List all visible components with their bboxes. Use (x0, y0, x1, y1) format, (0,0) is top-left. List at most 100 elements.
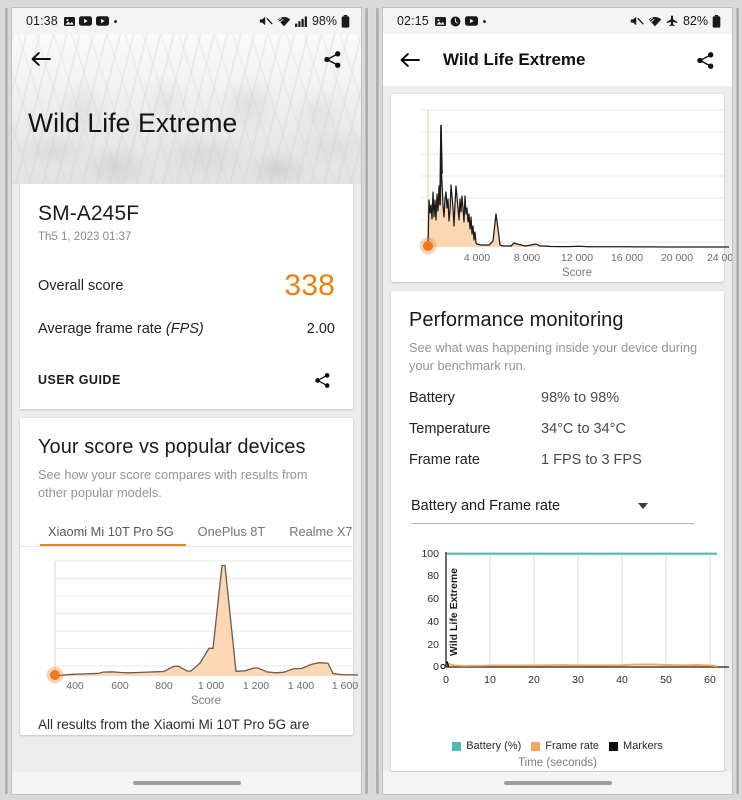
svg-text:600: 600 (111, 680, 129, 692)
youtube-icon (78, 16, 92, 26)
performance-monitoring-card: Performance monitoring See what was happ… (391, 291, 729, 772)
chart-gridlines (55, 560, 358, 667)
status-time: 01:38 (26, 14, 58, 28)
compare-subtitle: See how your score compares with results… (38, 467, 308, 501)
home-gesture-pill[interactable] (132, 781, 241, 785)
right-phone: 02:15 82% Wild Life Extreme 4 000 8 000 … (371, 0, 742, 800)
left-scroll-area[interactable]: Wild Life Extreme SM-A245F Th5 1, 2023 0… (12, 34, 361, 794)
metric-select[interactable]: Battery and Frame rate (411, 498, 694, 525)
user-guide-link[interactable]: USER GUIDE (38, 373, 121, 387)
legend-label: Battery (%) (466, 740, 522, 753)
compare-card: Your score vs popular devices See how yo… (20, 418, 358, 735)
svg-text:1 200: 1 200 (243, 680, 269, 692)
chevron-down-icon[interactable] (638, 503, 648, 510)
svg-text:10: 10 (484, 674, 496, 686)
status-system-icons: 82% (630, 14, 721, 28)
perf-value: 34°C to 34°C (541, 421, 626, 438)
legend-label: Markers (623, 740, 663, 753)
legend-swatch-frame-rate (531, 741, 541, 751)
svg-text:1 000: 1 000 (198, 680, 224, 692)
share-icon[interactable] (309, 367, 335, 393)
chart-y-tick-labels: 0 20 40 60 80 100 (421, 548, 439, 673)
svg-text:400: 400 (66, 680, 84, 692)
tab-xiaomi-mi-10t-pro-5g[interactable]: Xiaomi Mi 10T Pro 5G (40, 524, 186, 547)
user-guide-row[interactable]: USER GUIDE (38, 367, 335, 393)
your-score-marker (423, 241, 433, 251)
svg-text:60: 60 (704, 674, 716, 686)
device-tabs[interactable]: Xiaomi Mi 10T Pro 5G OnePlus 8T Realme X… (38, 524, 353, 547)
tab-realme-x7[interactable]: Realme X7 (277, 524, 361, 546)
svg-text:20 000: 20 000 (661, 252, 693, 264)
share-icon[interactable] (319, 46, 345, 72)
left-phone-screen: 01:38 98% Wild Life Extreme SM-A245F Th5… (12, 8, 361, 794)
left-navigation-bar (12, 772, 361, 794)
right-phone-bezel-right (736, 8, 740, 794)
svg-text:40: 40 (427, 616, 439, 628)
screenshot-root: 01:38 98% Wild Life Extreme SM-A245F Th5… (0, 0, 742, 800)
chart-x-axis-label: Score (562, 267, 592, 279)
right-phone-bezel-left (375, 8, 379, 794)
back-arrow-icon[interactable] (28, 46, 54, 72)
perf-value: 98% to 98% (541, 390, 620, 407)
svg-text:12 000: 12 000 (561, 252, 593, 264)
dot-icon (113, 19, 118, 24)
right-navigation-bar (383, 772, 732, 794)
legend-swatch-markers (609, 741, 619, 751)
signal-icon (295, 16, 307, 27)
perf-subtitle: See what was happening inside your devic… (409, 340, 698, 374)
app-bar-title: Wild Life Extreme (443, 50, 586, 69)
overall-score-row: Overall score 338 (38, 271, 335, 301)
run-date: Th5 1, 2023 01:37 (38, 231, 132, 243)
perf-row-frame-rate: Frame rate 1 FPS to 3 FPS (409, 452, 706, 468)
legend-label: Frame rate (545, 740, 600, 753)
hero-title: Wild Life Extreme (28, 108, 238, 138)
chart-origin-marker (440, 664, 446, 670)
perf-row-temperature: Temperature 34°C to 34°C (409, 421, 706, 437)
status-notification-icons (434, 16, 487, 27)
tab-oneplus-8t[interactable]: OnePlus 8T (186, 524, 278, 546)
dot-icon (482, 19, 487, 24)
svg-text:16 000: 16 000 (611, 252, 643, 264)
svg-text:0: 0 (433, 661, 439, 673)
compare-card-head: Your score vs popular devices See how yo… (20, 418, 353, 547)
average-frame-rate-label: Average frame rate (FPS) (38, 321, 204, 337)
score-card: SM-A245F Th5 1, 2023 01:37 Overall score… (20, 184, 353, 409)
perf-key: Frame rate (409, 452, 480, 469)
status-system-icons: 98% (259, 14, 350, 28)
svg-text:20: 20 (528, 674, 540, 686)
average-frame-rate-value: 2.00 (306, 321, 335, 337)
perf-key: Temperature (409, 421, 491, 438)
right-status-bar: 02:15 82% (383, 8, 732, 34)
right-scroll-area[interactable]: 4 000 8 000 12 000 16 000 20 000 24 000 … (383, 86, 732, 794)
gallery-icon (434, 16, 446, 27)
global-distribution-card: 4 000 8 000 12 000 16 000 20 000 24 000 … (391, 94, 732, 282)
performance-chart-legend: Battery (%) Frame rate Markers (399, 740, 716, 752)
svg-text:1 400: 1 400 (288, 680, 314, 692)
back-arrow-icon[interactable] (397, 47, 423, 73)
right-phone-screen: 02:15 82% Wild Life Extreme 4 000 8 000 … (383, 8, 732, 794)
clock-icon (450, 16, 461, 27)
chart-x-tick-labels: 4 000 8 000 12 000 16 000 20 000 24 000 (464, 252, 732, 264)
status-notification-icons (63, 16, 118, 27)
home-gesture-pill[interactable] (503, 781, 612, 785)
left-status-bar: 01:38 98% (12, 8, 361, 34)
wifi-icon (277, 16, 291, 27)
average-frame-rate-unit: (FPS) (165, 321, 204, 337)
svg-text:800: 800 (155, 680, 173, 692)
perf-key: Battery (409, 390, 455, 407)
svg-text:24 000: 24 000 (707, 252, 732, 264)
svg-text:1 600: 1 600 (332, 680, 358, 692)
legend-swatch-battery (452, 741, 462, 751)
left-phone: 01:38 98% Wild Life Extreme SM-A245F Th5… (0, 0, 371, 800)
chart-x-tick-labels: 0 10 20 30 40 50 60 (443, 674, 716, 686)
share-icon[interactable] (692, 47, 718, 73)
hero-banner: Wild Life Extreme (12, 34, 361, 184)
legend-item-battery: Battery (%) (452, 740, 521, 752)
your-score-marker (50, 670, 60, 681)
svg-text:8 000: 8 000 (514, 252, 540, 264)
youtube-icon (464, 16, 478, 26)
svg-text:40: 40 (616, 674, 628, 686)
score-distribution-area (55, 565, 358, 677)
performance-chart-x-axis-label: Time (seconds) (518, 757, 597, 770)
legend-item-markers: Markers (609, 740, 663, 752)
